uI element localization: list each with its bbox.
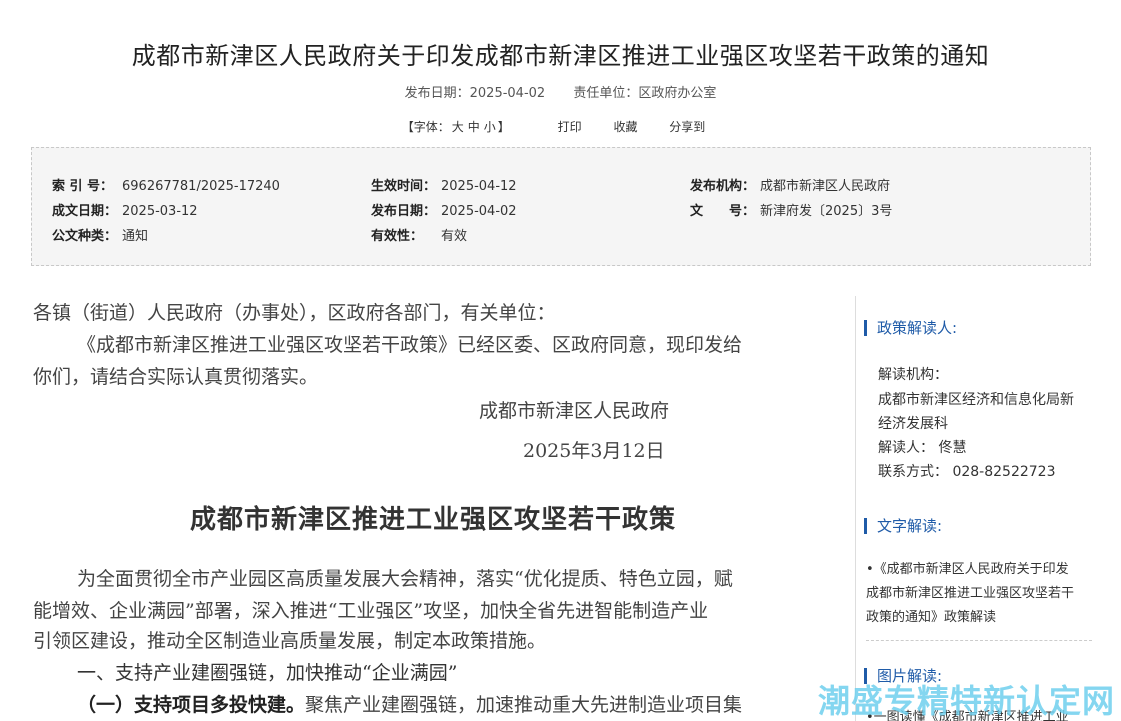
paragraph-line: 《成都市新津区推进工业强区攻坚若干政策》已经区委、区政府同意，现印发给 <box>77 334 743 356</box>
salutation: 各镇（街道）人民政府（办事处），区政府各部门，有关单位： <box>33 302 556 324</box>
font-size-small[interactable]: 小 <box>484 120 496 134</box>
toolbar: 【字体：大中小】 打印 收藏 分享到 <box>0 118 1121 135</box>
info-pubdate: 发布日期： 2025-04-02 <box>371 204 517 219</box>
publish-date: 发布日期：2025-04-02 <box>404 86 546 101</box>
link-line: •《成都市新津区人民政府关于印发 <box>866 562 1069 577</box>
favorite-button[interactable]: 收藏 <box>613 118 637 135</box>
font-size-label: 【字体： <box>401 120 450 134</box>
link-line: 政策的通知》政策解读 <box>866 610 997 625</box>
reader-org-line: 成都市新津区经济和信息化局新 <box>878 392 1074 408</box>
info-effective-value: 2025-04-12 <box>441 179 517 194</box>
link-line: 成都市新津区推进工业强区攻坚若干 <box>866 586 1075 601</box>
paragraph-line: 为全面贯彻全市产业园区高质量发展大会精神，落实“优化提质、特色立园，赋 <box>77 568 733 590</box>
meta-bar: 发布日期：2025-04-02 责任单位：区政府办公室 <box>0 82 1121 101</box>
info-validity-value: 有效 <box>441 229 468 244</box>
item-heading: （一）支持项目多投快建。 <box>77 694 306 716</box>
paragraph-line: 能增效、企业满园”部署，深入推进“工业强区”攻坚，加快全省先进智能制造产业 <box>33 600 709 622</box>
dashed-separator <box>866 640 1092 641</box>
info-effective: 生效时间： 2025-04-12 <box>371 179 517 194</box>
sign-date: 2025年3月12日 <box>523 440 665 462</box>
paragraph-line: （一）支持项目多投快建。聚焦产业建圈强链，加速推动重大先进制造业项目集 <box>77 688 742 721</box>
page-title: 成都市新津区人民政府关于印发成都市新津区推进工业强区攻坚若干政策的通知 <box>131 42 990 70</box>
reader-person: 解读人： 佟慧 <box>878 440 967 456</box>
text-interpretation-link[interactable]: •《成都市新津区人民政府关于印发 成都市新津区推进工业强区攻坚若干 政策的通知》… <box>866 558 1092 630</box>
text-interpretation-heading: 文字解读: <box>864 518 942 534</box>
policy-title: 成都市新津区推进工业强区攻坚若干政策 <box>189 505 676 535</box>
item-text: 聚焦产业建圈强链，加速推动重大先进制造业项目集 <box>305 694 743 716</box>
font-size-end: 】 <box>497 120 510 134</box>
reader-heading: 政策解读人: <box>864 320 957 336</box>
info-index-value: 696267781/2025-17240 <box>122 179 280 194</box>
info-org: 发布机构： 成都市新津区人民政府 <box>690 179 891 194</box>
info-written: 成文日期： 2025-03-12 <box>52 204 198 219</box>
reader-org-line: 经济发展科 <box>878 416 948 432</box>
signer: 成都市新津区人民政府 <box>479 400 670 422</box>
info-validity: 有效性： 有效 <box>371 229 468 244</box>
info-type: 公文种类： 通知 <box>52 229 149 244</box>
info-index: 索 引 号： 696267781/2025-17240 <box>52 179 280 194</box>
info-pubdate-value: 2025-04-02 <box>441 204 517 219</box>
share-button[interactable]: 分享到 <box>669 118 705 135</box>
info-docno: 文 号： 新津府发〔2025〕3号 <box>690 204 893 219</box>
document-info-box: 索 引 号： 696267781/2025-17240 生效时间： 2025-04-… <box>31 147 1091 266</box>
info-type-value: 通知 <box>122 229 149 244</box>
reader-contact: 联系方式： 028-82522723 <box>878 464 1056 480</box>
reader-org-label: 解读机构： <box>878 367 948 383</box>
responsible-unit: 责任单位：区政府办公室 <box>573 86 717 101</box>
info-docno-value: 新津府发〔2025〕3号 <box>760 204 893 219</box>
font-size-medium[interactable]: 中 <box>468 120 480 134</box>
font-size-control: 【字体：大中小】 <box>402 118 510 135</box>
paragraph-line: 你们，请结合实际认真贯彻落实。 <box>33 366 319 388</box>
column-divider <box>855 296 856 721</box>
watermark: 潮盛专精特新认定网 <box>817 682 1115 720</box>
print-button[interactable]: 打印 <box>558 118 582 135</box>
info-org-value: 成都市新津区人民政府 <box>760 179 891 194</box>
paragraph-line: 引领区建设，推动全区制造业高质量发展，制定本政策措施。 <box>33 630 547 652</box>
section-heading: 一、支持产业建圈强链，加快推动“企业满园” <box>77 662 458 684</box>
info-written-value: 2025-03-12 <box>122 204 198 219</box>
font-size-large[interactable]: 大 <box>452 120 464 134</box>
